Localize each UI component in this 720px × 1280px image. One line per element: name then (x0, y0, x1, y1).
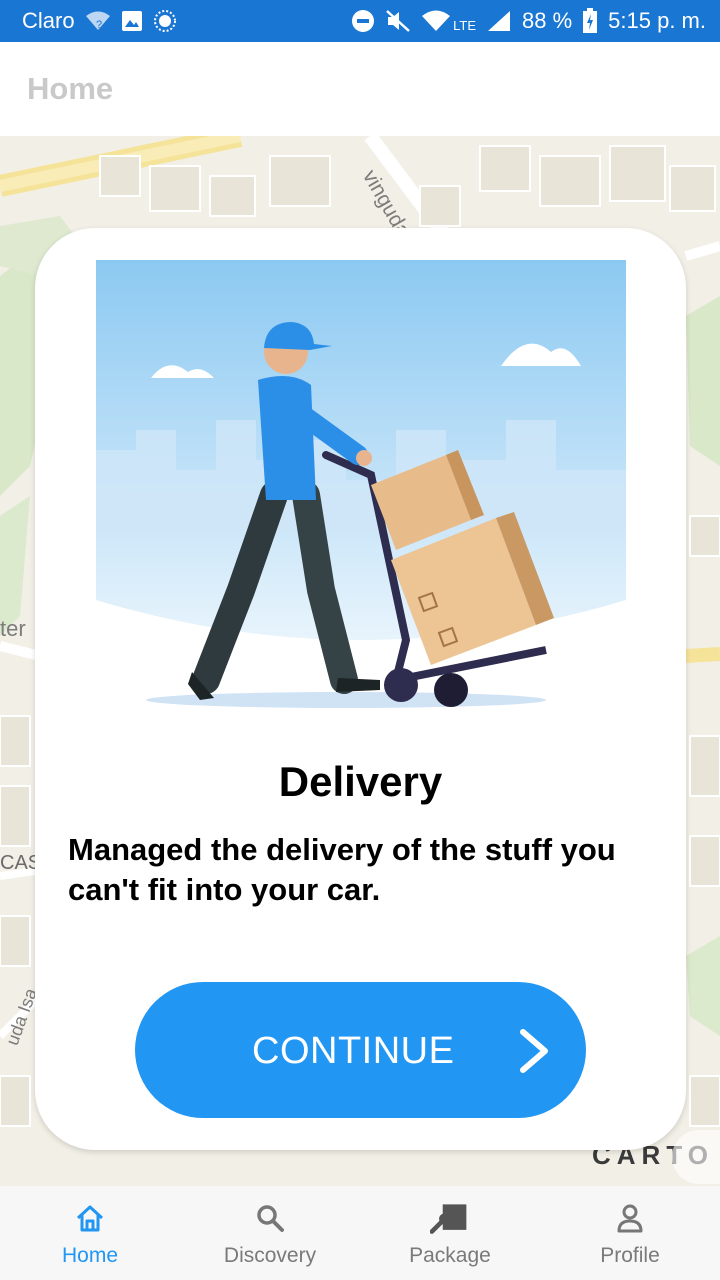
sync-icon (153, 9, 177, 33)
nav-item-package[interactable]: Package (360, 1186, 540, 1280)
nav-label-profile: Profile (600, 1244, 660, 1267)
bottom-navigation: Home Discovery Package Profile (0, 1186, 720, 1280)
svg-text:?: ? (96, 19, 102, 31)
onboarding-card: Delivery Managed the delivery of the stu… (35, 228, 686, 1150)
chevron-right-icon (517, 1028, 551, 1079)
person-icon (610, 1200, 650, 1236)
nav-label-home: Home (61, 1244, 119, 1267)
network-type: LTE (453, 17, 476, 33)
wifi-icon (421, 9, 451, 33)
mute-icon (385, 9, 411, 33)
map-area-label: ter (0, 616, 26, 641)
battery-icon (582, 8, 598, 34)
home-icon (70, 1200, 110, 1236)
image-icon (121, 10, 143, 32)
map-attribution-button[interactable] (672, 1130, 720, 1184)
delivery-illustration (96, 260, 626, 708)
continue-label: CONTINUE (252, 1030, 455, 1072)
carrier-label: Claro (22, 8, 75, 33)
wifi-question-icon: ? (85, 10, 111, 32)
status-bar: Claro ? LTE 88 % 5:15 p. m. (0, 0, 720, 42)
dnd-icon (351, 9, 375, 33)
package-icon (430, 1200, 470, 1236)
nav-label-discovery: Discovery (223, 1244, 317, 1267)
card-description: Managed the delivery of the stuff you ca… (68, 832, 616, 907)
search-icon (250, 1200, 290, 1236)
page-title: Home (27, 71, 114, 106)
nav-label-package: Package (409, 1244, 491, 1267)
battery-percent: 88 % (522, 8, 573, 33)
card-title: Delivery (278, 758, 443, 805)
clock: 5:15 p. m. (608, 8, 706, 33)
nav-item-profile[interactable]: Profile (540, 1186, 720, 1280)
continue-button[interactable]: CONTINUE (135, 982, 586, 1118)
nav-item-discovery[interactable]: Discovery (180, 1186, 360, 1280)
app-bar: Home (0, 42, 720, 136)
nav-item-home[interactable]: Home (0, 1186, 180, 1280)
signal-icon (486, 9, 512, 33)
